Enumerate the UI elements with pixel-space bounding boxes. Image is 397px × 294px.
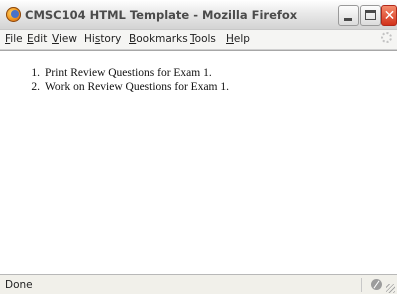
- menu-edit[interactable]: Edit: [27, 33, 47, 45]
- status-text: Done: [5, 279, 33, 291]
- list-item-text: Print Review Questions for Exam 1.: [45, 67, 212, 79]
- title-bar[interactable]: CMSC104 HTML Template - Mozilla Firefox …: [0, 0, 397, 30]
- close-icon: ✕: [383, 8, 396, 24]
- menu-bar: File Edit View History Bookmarks Tools H…: [0, 30, 397, 50]
- throbber-icon: [381, 32, 392, 43]
- menu-tools[interactable]: Tools: [190, 33, 216, 45]
- security-status-icon[interactable]: [371, 279, 382, 290]
- resize-grip[interactable]: [386, 284, 395, 293]
- minimize-button[interactable]: [338, 5, 359, 26]
- menu-help[interactable]: Help: [226, 33, 250, 45]
- ordered-list: 1. Print Review Questions for Exam 1. 2. W…: [24, 66, 229, 94]
- browser-window: CMSC104 HTML Template - Mozilla Firefox …: [0, 0, 397, 294]
- close-button[interactable]: ✕: [381, 5, 397, 26]
- status-divider: [361, 278, 362, 292]
- menu-bookmarks[interactable]: Bookmarks: [129, 33, 188, 45]
- maximize-button[interactable]: [360, 5, 381, 26]
- maximize-icon: [365, 10, 376, 20]
- menu-history[interactable]: History: [84, 33, 121, 45]
- firefox-icon: [6, 7, 21, 22]
- page-content: 1. Print Review Questions for Exam 1. 2. W…: [0, 50, 397, 274]
- status-bar: Done: [0, 274, 397, 294]
- list-item-text: Work on Review Questions for Exam 1.: [45, 81, 229, 93]
- list-item: 1. Print Review Questions for Exam 1.: [31, 67, 212, 79]
- minimize-icon: [344, 18, 352, 21]
- window-title: CMSC104 HTML Template - Mozilla Firefox: [25, 8, 298, 22]
- list-item: 2. Work on Review Questions for Exam 1.: [31, 81, 229, 93]
- menu-file[interactable]: File: [5, 33, 23, 45]
- menu-view[interactable]: View: [52, 33, 77, 45]
